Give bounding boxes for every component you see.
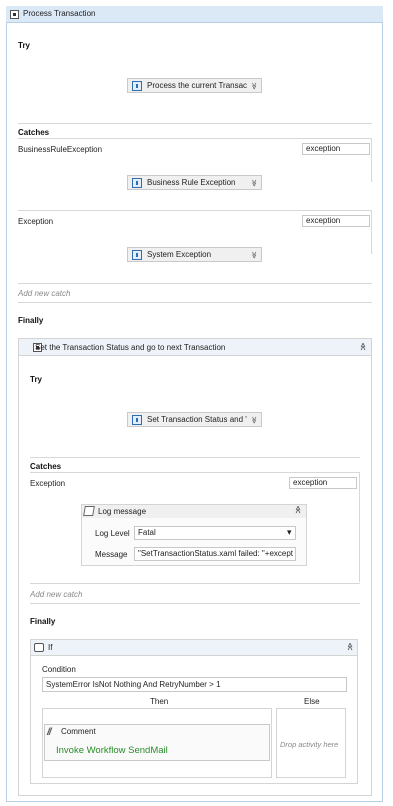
- try-label: Try: [18, 41, 31, 50]
- message-label: Message: [95, 550, 128, 559]
- inner-catch-var[interactable]: exception: [289, 477, 357, 489]
- inner-finally-label: Finally: [30, 617, 56, 626]
- add-new-catch-link[interactable]: Add new catch: [18, 289, 70, 298]
- separator: [18, 123, 372, 124]
- try-activity-label: Process the current Transac: [147, 81, 247, 90]
- inner-try-activity-label: Set Transaction Status and ': [147, 415, 247, 424]
- comment-title: Comment: [61, 727, 96, 736]
- catch-activity-system-exception[interactable]: System Exception ≫: [127, 247, 262, 262]
- separator: [30, 583, 360, 584]
- comment-icon: //: [47, 727, 51, 738]
- if-title: If: [48, 643, 53, 652]
- inner-try-activity[interactable]: Set Transaction Status and ' ≫: [127, 412, 262, 427]
- separator: [18, 138, 372, 139]
- collapse-icon[interactable]: ≪: [359, 342, 368, 350]
- separator: [371, 138, 372, 182]
- comment-text: Invoke Workflow SendMail: [56, 745, 168, 756]
- separator: [371, 210, 372, 254]
- dropdown-arrow-icon[interactable]: ▾: [287, 527, 292, 538]
- separator: [30, 603, 360, 604]
- expand-icon[interactable]: ≫: [250, 79, 258, 92]
- condition-input[interactable]: SystemError IsNot Nothing And RetryNumbe…: [42, 677, 347, 692]
- log-message-icon: [83, 506, 95, 516]
- log-level-select[interactable]: Fatal: [134, 526, 296, 540]
- inner-catch-type[interactable]: Exception: [30, 479, 65, 488]
- invoke-workflow-icon: [132, 414, 142, 425]
- separator: [30, 457, 360, 458]
- catch-activity-business-rule[interactable]: Business Rule Exception ≫: [127, 175, 262, 190]
- condition-label: Condition: [42, 665, 76, 674]
- separator: [18, 210, 372, 211]
- expand-icon[interactable]: ≫: [250, 413, 258, 426]
- else-label: Else: [304, 697, 320, 706]
- inner-catches-label: Catches: [30, 462, 62, 471]
- inner-title: Set the Transaction Status and go to nex…: [35, 343, 226, 352]
- separator: [18, 283, 372, 284]
- catch-exception-var[interactable]: exception: [302, 215, 370, 227]
- try-catch-icon: [10, 10, 19, 19]
- drop-activity-hint: Drop activity here: [280, 740, 339, 749]
- separator: [18, 302, 372, 303]
- try-activity-process-transaction[interactable]: Process the current Transac ≫: [127, 78, 262, 93]
- process-transaction-title: Process Transaction: [23, 9, 96, 18]
- expand-icon[interactable]: ≫: [250, 176, 258, 189]
- separator: [359, 472, 360, 582]
- catch-exception-type[interactable]: Exception: [18, 217, 53, 226]
- invoke-workflow-icon: [132, 177, 142, 188]
- invoke-workflow-icon: [132, 249, 142, 260]
- expand-icon[interactable]: ≫: [250, 248, 258, 261]
- catch-activity-label: System Exception: [147, 250, 212, 259]
- catch-activity-label: Business Rule Exception: [147, 178, 236, 187]
- collapse-icon[interactable]: ≪: [346, 642, 355, 650]
- catch-exception-var[interactable]: exception: [302, 143, 370, 155]
- log-message-title: Log message: [98, 507, 147, 516]
- if-header[interactable]: [30, 639, 358, 656]
- if-icon: [34, 643, 44, 652]
- inner-try-label: Try: [30, 375, 43, 384]
- inner-add-new-catch-link[interactable]: Add new catch: [30, 590, 82, 599]
- invoke-workflow-icon: [132, 80, 142, 91]
- collapse-icon[interactable]: ≪: [294, 505, 303, 513]
- catch-exception-type[interactable]: BusinessRuleException: [18, 145, 102, 154]
- finally-label: Finally: [18, 316, 44, 325]
- log-level-label: Log Level: [95, 529, 130, 538]
- catches-label: Catches: [18, 128, 50, 137]
- separator: [30, 472, 360, 473]
- then-label: Then: [150, 697, 169, 706]
- message-input[interactable]: "SetTransactionStatus.xaml failed: "+exc…: [134, 547, 296, 561]
- log-level-value: Fatal: [138, 528, 156, 537]
